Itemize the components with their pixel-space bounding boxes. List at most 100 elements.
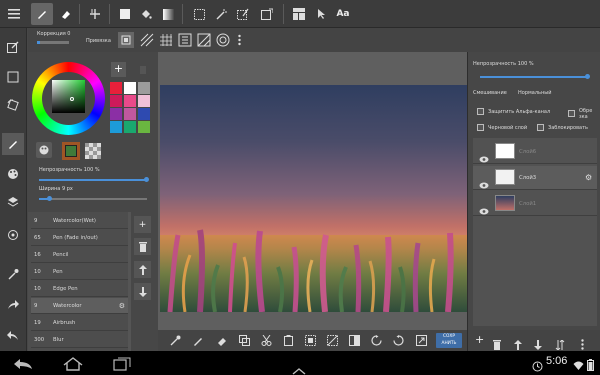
palette-swatch[interactable] [138,121,150,133]
palette-swatch[interactable] [110,95,122,107]
transparent-color[interactable] [85,143,101,159]
color-sv-square[interactable] [52,80,85,113]
operation-tool-icon[interactable] [310,3,332,25]
save-button[interactable]: СОХР АНИТЬ [436,333,462,348]
layer-row[interactable]: Слой6 [473,140,597,164]
add-layer-button[interactable]: + [475,334,484,345]
brush-list-item[interactable]: 10 Pen [31,264,128,280]
rotate-right-icon[interactable] [392,334,405,347]
brush-tool-icon[interactable] [31,3,53,25]
secondary-color[interactable] [62,142,80,160]
recent-apps-icon[interactable] [113,356,131,375]
lock-checkbox[interactable] [537,124,544,131]
snap-parallel-icon[interactable] [139,32,155,48]
snap-radial-icon[interactable] [196,32,212,48]
paste-icon[interactable] [282,334,295,347]
rotate-left-icon[interactable] [370,334,383,347]
add-brush-button[interactable]: + [134,216,151,233]
clip-checkbox[interactable] [568,110,575,117]
select-pen-tool-icon[interactable] [232,3,254,25]
layer-row[interactable]: Слой1 [473,192,597,216]
color-panel-icon[interactable] [2,163,24,185]
palette-swatch[interactable] [138,95,150,107]
pen-icon[interactable] [192,334,205,347]
palette-swatch[interactable] [110,82,122,94]
brush-panel-icon[interactable] [2,133,24,155]
layer-opacity-slider[interactable] [480,74,590,79]
snap-circle-icon[interactable] [215,32,231,48]
add-color-button[interactable]: + [111,62,126,77]
bucket-tool-icon[interactable] [135,3,157,25]
drawing-canvas[interactable] [160,85,467,312]
gear-icon[interactable]: ⚙ [585,173,592,182]
eyedropper-icon[interactable] [2,263,24,285]
layers-icon[interactable] [2,191,24,213]
undo-icon[interactable] [2,325,24,347]
delete-brush-button[interactable] [134,238,151,255]
select-rect-tool-icon[interactable] [188,3,210,25]
fill-rect-tool-icon[interactable] [114,3,136,25]
brush-list-item[interactable]: 9 Watercolor(Wet) [31,213,128,229]
palette-swatch[interactable] [124,82,136,94]
brush-opacity-slider[interactable] [39,177,149,182]
brush-list-item[interactable]: 19 Airbrush [31,315,128,331]
more-options-icon[interactable] [234,32,244,48]
canvas-icon[interactable] [2,66,24,88]
eye-icon[interactable] [479,148,489,167]
blend-mode-select[interactable]: Нормальный [518,90,551,96]
correction-slider[interactable] [37,41,69,44]
gear-icon[interactable]: ⚙ [119,302,125,310]
edit-icon[interactable] [2,36,24,58]
palette-swatch[interactable] [124,121,136,133]
material-icon[interactable] [2,224,24,246]
palette-swatch[interactable] [110,121,122,133]
trash-icon[interactable] [140,66,146,74]
expand-icon[interactable] [415,334,428,347]
layer-row[interactable]: Слой3 ⚙ [473,166,597,190]
menu-icon[interactable] [3,3,25,25]
draft-layer-checkbox[interactable] [477,124,484,131]
brush-list-item[interactable]: 16 Pencil [31,247,128,263]
brush-list-item[interactable]: 10 Edge Pen [31,281,128,297]
brush-list-scrollbar[interactable] [128,212,131,351]
chevron-up-icon[interactable] [292,360,306,375]
text-tool-icon[interactable]: Aa [332,3,354,25]
frame-divider-tool-icon[interactable] [288,3,310,25]
palette-swatch[interactable] [124,95,136,107]
protect-alpha-checkbox[interactable] [477,108,484,115]
rotate-icon[interactable] [2,94,24,116]
magic-wand-tool-icon[interactable] [210,3,232,25]
palette-icon[interactable] [36,142,52,158]
eye-icon[interactable] [479,174,489,193]
brush-list-item[interactable]: 9 Watercolor ⚙ [31,298,128,314]
share-icon[interactable] [2,294,24,316]
cut-icon[interactable] [260,334,273,347]
palette-swatch[interactable] [138,108,150,120]
snap-grid-icon[interactable] [158,32,174,48]
deselect-icon[interactable] [326,334,339,347]
eraser-icon[interactable] [215,334,228,347]
palette-swatch[interactable] [110,108,122,120]
eye-icon[interactable] [479,200,489,219]
palette-swatch[interactable] [124,108,136,120]
current-color[interactable] [65,145,77,157]
transform-tool-icon[interactable] [256,3,278,25]
palette-swatch[interactable] [138,82,150,94]
snap-off-icon[interactable] [118,32,134,48]
brush-list-item[interactable]: 300 Blur [31,332,128,348]
copy-icon[interactable] [238,334,251,347]
select-all-icon[interactable] [304,334,317,347]
eraser-tool-icon[interactable] [54,3,76,25]
move-tool-icon[interactable] [84,3,106,25]
eyedropper-icon[interactable] [169,334,182,347]
brush-width-slider[interactable] [39,196,147,201]
move-down-button[interactable] [134,283,151,300]
gradient-tool-icon[interactable] [157,3,179,25]
brush-list-item[interactable]: 65 Pen (Fade in/out) [31,230,128,246]
move-up-button[interactable] [134,261,151,278]
snap-cross-icon[interactable] [177,32,193,48]
blend-dropdown-icon[interactable] [573,89,593,97]
back-icon[interactable] [12,356,34,375]
home-icon[interactable] [62,356,84,375]
invert-selection-icon[interactable] [348,334,361,347]
